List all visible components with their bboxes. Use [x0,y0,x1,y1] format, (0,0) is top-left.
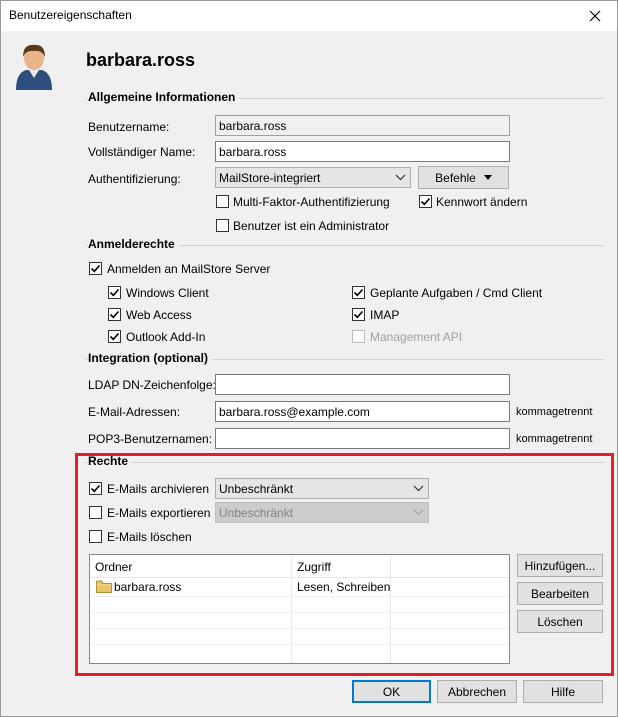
folder-permissions-table[interactable]: Ordner Zugriff barbara.ross Lesen, Schre… [89,554,510,664]
outlook-addin-label: Outlook Add-In [126,330,206,344]
auth-select[interactable]: MailStore-integriert [215,167,411,188]
mfa-checkbox[interactable] [216,195,229,208]
web-access-label: Web Access [126,308,192,322]
email-hint: kommagetrennt [516,406,593,418]
column-divider [291,555,292,663]
change-password-label: Kennwort ändern [436,195,528,209]
export-checkbox[interactable] [89,506,102,519]
row-divider [90,596,509,597]
chevron-down-icon [395,174,406,181]
auth-label: Authentifizierung: [88,172,181,186]
edit-folder-button[interactable]: Bearbeiten [517,582,603,605]
ldap-label: LDAP DN-Zeichenfolge: [88,378,216,392]
change-password-checkbox[interactable] [419,195,432,208]
section-general-title: Allgemeine Informationen [88,90,240,104]
checkmark-icon [90,484,101,493]
delete-mails-checkbox[interactable] [89,530,102,543]
checkmark-icon [353,288,364,297]
pop3-hint: kommagetrennt [516,433,593,445]
access-cell: Lesen, Schreiben [297,580,391,594]
pop3-field[interactable] [215,428,510,449]
cancel-label: Abbrechen [447,684,507,699]
delete-folder-button[interactable]: Löschen [517,610,603,633]
section-rights-title: Rechte [88,454,133,468]
section-integration-title: Integration (optional) [88,351,212,365]
column-header-folder[interactable]: Ordner [90,555,292,577]
archive-checkbox[interactable] [89,482,102,495]
section-login-title: Anmelderechte [88,237,179,251]
management-api-checkbox [352,330,365,343]
imap-label: IMAP [370,308,400,322]
row-divider [90,628,509,629]
auth-select-value: MailStore-integriert [219,171,321,185]
row-divider [90,644,509,645]
mfa-label: Multi-Faktor-Authentifizierung [233,195,390,209]
row-divider [90,612,509,613]
folder-icon [96,580,112,593]
web-access-checkbox[interactable] [108,308,121,321]
chevron-down-icon [413,485,424,492]
checkmark-icon [90,264,101,273]
close-button[interactable] [572,1,617,31]
delete-folder-label: Löschen [537,614,583,629]
login-server-label: Anmelden an MailStore Server [107,262,271,276]
username-label: Benutzername: [88,120,170,134]
email-label: E-Mail-Adressen: [88,405,181,419]
scheduled-tasks-label: Geplante Aufgaben / Cmd Client [370,286,543,300]
section-divider [86,462,604,463]
table-row[interactable]: barbara.ross Lesen, Schreiben [90,578,509,596]
close-icon [589,10,600,22]
commands-button[interactable]: Befehle [418,166,509,189]
checkmark-icon [109,288,120,297]
windows-client-checkbox[interactable] [108,286,121,299]
archive-select[interactable]: Unbeschränkt [215,478,429,499]
add-folder-button[interactable]: Hinzufügen... [517,554,603,577]
email-field[interactable]: barbara.ross@example.com [215,401,510,422]
ldap-field[interactable] [215,374,510,395]
archive-label: E-Mails archivieren [107,482,210,496]
folder-name-cell: barbara.ross [114,580,182,594]
checkmark-icon [420,197,431,206]
outlook-addin-checkbox[interactable] [108,330,121,343]
delete-mails-label: E-Mails löschen [107,530,192,544]
ok-button[interactable]: OK [352,680,431,703]
checkmark-icon [109,310,120,319]
help-label: Hilfe [550,684,575,699]
user-name-heading: barbara.ross [86,50,196,70]
scheduled-tasks-checkbox[interactable] [352,286,365,299]
username-field[interactable]: barbara.ross [215,115,510,136]
admin-label: Benutzer ist ein Administrator [233,219,390,233]
export-label: E-Mails exportieren [107,506,211,520]
pop3-label: POP3-Benutzernamen: [88,432,213,446]
add-folder-label: Hinzufügen... [524,558,596,573]
management-api-label: Management API [370,330,463,344]
column-divider [390,555,391,663]
checkmark-icon [353,310,364,319]
user-avatar-icon [14,40,54,90]
help-button[interactable]: Hilfe [523,680,603,703]
checkmark-icon [109,332,120,341]
login-server-checkbox[interactable] [89,262,102,275]
export-select-value: Unbeschränkt [219,506,294,520]
window-title: Benutzereigenschaften [9,8,132,22]
export-select: Unbeschränkt [215,502,429,523]
cancel-button[interactable]: Abbrechen [437,680,517,703]
ok-label: OK [382,684,401,699]
imap-checkbox[interactable] [352,308,365,321]
admin-checkbox[interactable] [216,219,229,232]
caret-down-icon [483,175,492,180]
fullname-label: Vollständiger Name: [88,145,196,159]
chevron-down-icon [413,509,424,516]
column-header-access[interactable]: Zugriff [292,555,392,577]
fullname-field[interactable]: barbara.ross [215,141,510,162]
archive-select-value: Unbeschränkt [219,482,294,496]
windows-client-label: Windows Client [126,286,209,300]
commands-label: Befehle [435,170,476,185]
edit-folder-label: Bearbeiten [530,586,590,601]
